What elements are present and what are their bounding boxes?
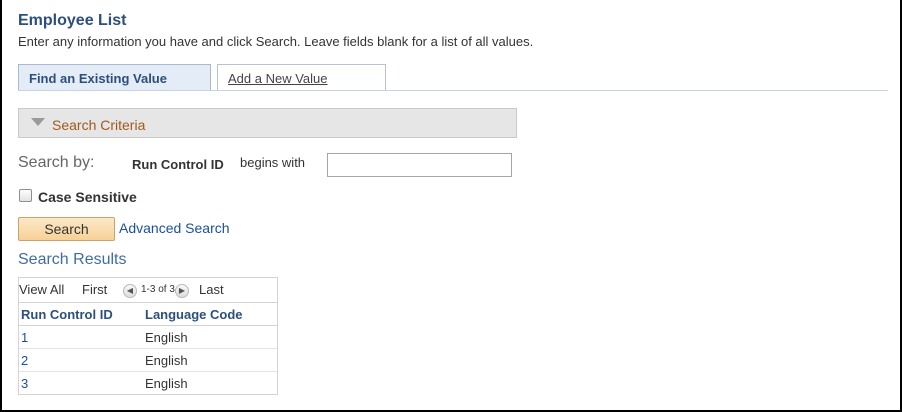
view-all-link[interactable]: View All: [19, 282, 64, 297]
table-row: 1 English: [19, 325, 277, 349]
row-range: 1-3 of 3: [141, 284, 175, 295]
language-code-cell: English: [145, 375, 188, 391]
run-control-id-input[interactable]: [327, 153, 512, 177]
case-sensitive-checkbox[interactable]: [19, 189, 32, 202]
column-header-language-code[interactable]: Language Code: [143, 303, 277, 326]
results-table: Run Control ID Language Code 1 English 2…: [19, 303, 277, 394]
header-row: Run Control ID Language Code: [19, 303, 277, 326]
run-control-id-cell: 3: [19, 372, 143, 395]
search-results-grid: View All First ◀ 1-3 of 3 ▶ Last Run Con…: [18, 277, 278, 395]
page-content: Employee List Enter any information you …: [18, 0, 902, 412]
run-control-id-link[interactable]: 2: [21, 353, 28, 368]
case-sensitive-label[interactable]: Case Sensitive: [38, 189, 137, 205]
advanced-search-link[interactable]: Advanced Search: [119, 220, 230, 236]
instructions-text: Enter any information you have and click…: [18, 34, 534, 49]
next-arrow-icon[interactable]: ▶: [175, 284, 189, 298]
grid-nav-bar: View All First ◀ 1-3 of 3 ▶ Last: [19, 277, 277, 303]
search-by-label: Search by:: [18, 154, 95, 171]
search-button[interactable]: Search: [18, 217, 115, 241]
run-control-id-link[interactable]: 3: [21, 376, 28, 391]
run-control-id-cell: 1: [19, 325, 143, 349]
search-criteria-label: Search Criteria: [52, 117, 146, 133]
table-row: 2 English: [19, 348, 277, 372]
search-results-title: Search Results: [18, 251, 127, 268]
tab-bar: Find an Existing Value Add a New Value: [18, 64, 888, 91]
run-control-id-label: Run Control ID: [132, 157, 224, 172]
tab-divider: [18, 90, 888, 91]
column-header-run-control-id[interactable]: Run Control ID: [19, 303, 143, 326]
operator-label: begins with: [240, 155, 306, 170]
page-title: Employee List: [18, 12, 127, 29]
run-control-id-link[interactable]: 1: [21, 330, 28, 345]
run-control-id-cell: 2: [19, 348, 143, 372]
search-criteria-header[interactable]: Search Criteria: [18, 108, 517, 138]
tab-label: Add a New Value: [228, 71, 328, 86]
tab-label: Find an Existing Value: [29, 71, 167, 86]
previous-arrow-icon[interactable]: ◀: [123, 284, 137, 298]
table-row: 3 English: [19, 372, 277, 395]
search-by-row: Search by: Run Control ID begins with: [18, 153, 538, 177]
language-code-cell: English: [143, 325, 277, 349]
first-link[interactable]: First: [82, 282, 107, 297]
tab-add-new-value[interactable]: Add a New Value: [217, 64, 386, 90]
collapse-triangle-icon[interactable]: [31, 118, 45, 126]
last-link[interactable]: Last: [199, 282, 224, 297]
language-code-cell: English: [143, 348, 277, 372]
tab-find-existing-value[interactable]: Find an Existing Value: [18, 64, 211, 91]
